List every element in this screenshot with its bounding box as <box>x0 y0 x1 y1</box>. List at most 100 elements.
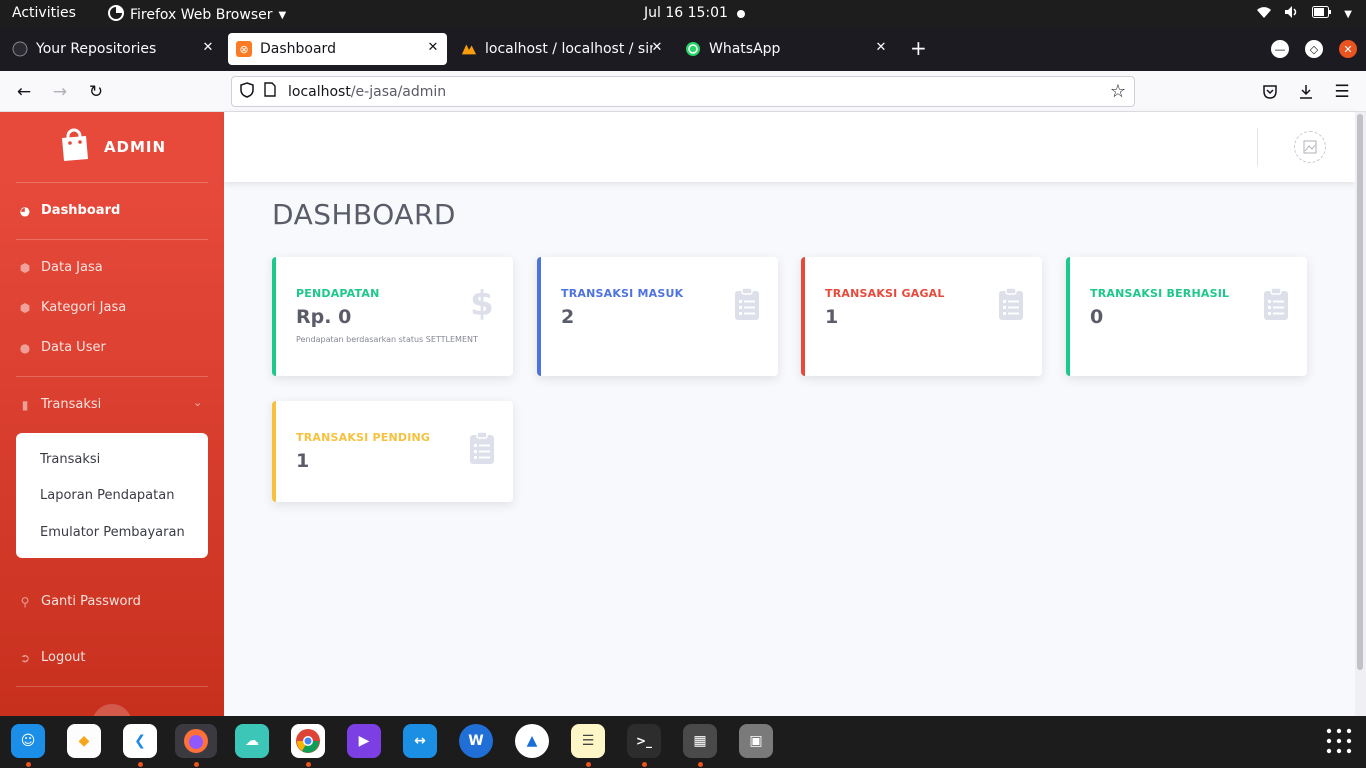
dock: ☺ ◆ ❮ ☁ ▶ ↔ W ▲ ☰ >_ ▦ ▣ <box>0 716 1366 768</box>
sketch-icon[interactable]: ◆ <box>67 724 101 758</box>
clipboard-list-icon <box>998 287 1024 321</box>
terminal-icon[interactable]: >_ <box>627 724 661 758</box>
teamviewer-icon[interactable]: ↔ <box>403 724 437 758</box>
sidebar-item-label: Logout <box>41 650 86 665</box>
card-label: TRANSAKSI BERHASIL <box>1090 287 1230 300</box>
sidebar-item-transaksi[interactable]: ▮ Transaksi ⌄ <box>0 396 224 412</box>
wifi-icon <box>1256 5 1272 23</box>
main-content: DASHBOARD PENDAPATAN Rp. 0 Pendapatan be… <box>224 112 1355 716</box>
sidebar-toggle-button[interactable] <box>92 704 132 716</box>
clock[interactable]: Jul 16 15:01 <box>644 5 728 21</box>
sidebar-item-kategori-jasa[interactable]: ⬢ Kategori Jasa <box>0 300 224 315</box>
card-label: PENDAPATAN <box>296 287 380 300</box>
running-indicator <box>642 762 647 767</box>
tab-title: WhatsApp <box>709 41 781 57</box>
page-scrollbar[interactable] <box>1355 112 1366 716</box>
calculator-icon[interactable]: ▦ <box>683 724 717 758</box>
cloud-app-icon[interactable]: ☁ <box>235 724 269 758</box>
download-icon[interactable] <box>1294 80 1318 104</box>
vscode-icon[interactable]: ❮ <box>123 724 157 758</box>
cube-icon: ⬢ <box>19 260 31 275</box>
transaksi-submenu: Transaksi Laporan Pendapatan Emulator Pe… <box>16 433 208 558</box>
shield-icon[interactable] <box>240 81 254 102</box>
tab-title: localhost / localhost / sim <box>485 41 653 57</box>
chevron-down-icon: ▼ <box>278 9 287 21</box>
sign-out-icon: ➲ <box>19 650 31 665</box>
close-icon[interactable]: ✕ <box>425 40 441 55</box>
reload-icon[interactable]: ↻ <box>84 80 108 104</box>
sidebar-brand[interactable]: ADMIN <box>0 112 224 182</box>
clipboard-list-icon <box>734 287 760 321</box>
sidebar-item-data-jasa[interactable]: ⬢ Data Jasa <box>0 260 224 275</box>
avatar[interactable] <box>1294 131 1326 163</box>
submenu-item-transaksi[interactable]: Transaksi <box>40 452 100 467</box>
sidebar-item-logout[interactable]: ➲ Logout <box>0 650 224 665</box>
clipboard-list-icon <box>469 431 495 465</box>
notification-dot <box>737 10 745 18</box>
close-icon[interactable]: ✕ <box>200 40 216 55</box>
close-icon[interactable]: ✕ <box>873 40 889 55</box>
sidebar-item-dashboard[interactable]: ◕ Dashboard <box>0 203 224 218</box>
card-value: 2 <box>561 306 575 328</box>
running-indicator <box>698 762 703 767</box>
browser-tab-strip: Your Repositories ✕ ⊗ Dashboard ✕ localh… <box>0 27 1366 71</box>
finder-icon[interactable]: ☺ <box>11 724 45 758</box>
card-label: TRANSAKSI GAGAL <box>825 287 945 300</box>
firefox-icon[interactable] <box>175 724 217 758</box>
user-icon: ● <box>19 340 31 355</box>
sidebar-item-label: Dashboard <box>41 203 121 218</box>
tab-whatsapp[interactable]: WhatsApp ✕ <box>677 33 895 65</box>
tab-title: Dashboard <box>260 41 336 57</box>
whatsapp-icon <box>685 41 701 57</box>
close-window-button[interactable]: ✕ <box>1339 40 1357 58</box>
chevron-down-icon: ⌄ <box>193 396 203 409</box>
page-icon[interactable] <box>264 82 276 101</box>
chrome-icon[interactable] <box>291 724 325 758</box>
sidebar-item-data-user[interactable]: ● Data User <box>0 340 224 355</box>
inkscape-icon[interactable]: ▲ <box>515 724 549 758</box>
forward-arrow-icon[interactable]: → <box>48 80 72 104</box>
scrollbar-thumb[interactable] <box>1357 114 1363 670</box>
card-note: Pendapatan berdasarkan status SETTLEMENT <box>296 335 478 344</box>
back-arrow-icon[interactable]: ← <box>12 80 36 104</box>
card-transaksi-berhasil: TRANSAKSI BERHASIL 0 <box>1066 257 1307 376</box>
minimize-button[interactable]: — <box>1271 40 1289 58</box>
hamburger-menu-icon[interactable]: ☰ <box>1330 80 1354 104</box>
battery-icon <box>1312 6 1332 22</box>
sidebar-item-label: Kategori Jasa <box>41 300 127 315</box>
card-value: Rp. 0 <box>296 306 352 328</box>
activities-button[interactable]: Activities <box>12 5 76 21</box>
sidebar-item-label: Transaksi <box>41 397 102 412</box>
running-indicator <box>26 762 31 767</box>
card-value: 0 <box>1090 306 1104 328</box>
github-icon <box>12 41 28 57</box>
notes-icon[interactable]: ☰ <box>571 724 605 758</box>
top-navbar <box>224 112 1355 182</box>
running-indicator <box>586 762 591 767</box>
disk-icon[interactable]: ▣ <box>739 724 773 758</box>
screen-recorder-icon[interactable]: ▶ <box>347 724 381 758</box>
card-transaksi-gagal: TRANSAKSI GAGAL 1 <box>801 257 1042 376</box>
tab-your-repositories[interactable]: Your Repositories ✕ <box>4 33 222 65</box>
tab-phpmyadmin[interactable]: localhost / localhost / sim ✕ <box>453 33 671 65</box>
shopping-bag-icon <box>58 128 90 166</box>
wps-office-icon[interactable]: W <box>459 724 493 758</box>
tachometer-icon: ◕ <box>19 203 31 218</box>
submenu-item-laporan-pendapatan[interactable]: Laporan Pendapatan <box>40 488 174 503</box>
new-tab-button[interactable]: + <box>910 36 927 60</box>
sidebar-item-ganti-password[interactable]: ⚲ Ganti Password <box>0 594 224 609</box>
submenu-item-emulator-pembayaran[interactable]: Emulator Pembayaran <box>40 525 185 540</box>
sidebar: ADMIN ◕ Dashboard ⬢ Data Jasa ⬢ Kategori… <box>0 112 224 716</box>
running-indicator <box>306 762 311 767</box>
show-apps-grid-icon[interactable] <box>1326 728 1352 754</box>
pocket-icon[interactable] <box>1258 80 1282 104</box>
system-tray[interactable]: ▼ <box>1256 5 1352 23</box>
url-path: /e-jasa/admin <box>350 83 447 100</box>
tab-dashboard[interactable]: ⊗ Dashboard ✕ <box>228 33 447 65</box>
star-bookmark-icon[interactable]: ☆ <box>1110 81 1126 102</box>
card-value: 1 <box>825 306 839 328</box>
close-icon[interactable]: ✕ <box>649 40 665 55</box>
app-menu[interactable]: Firefox Web Browser ▼ <box>108 5 286 25</box>
url-bar[interactable]: localhost /e-jasa/admin ☆ <box>231 76 1135 107</box>
maximize-button[interactable]: ◇ <box>1305 40 1323 58</box>
